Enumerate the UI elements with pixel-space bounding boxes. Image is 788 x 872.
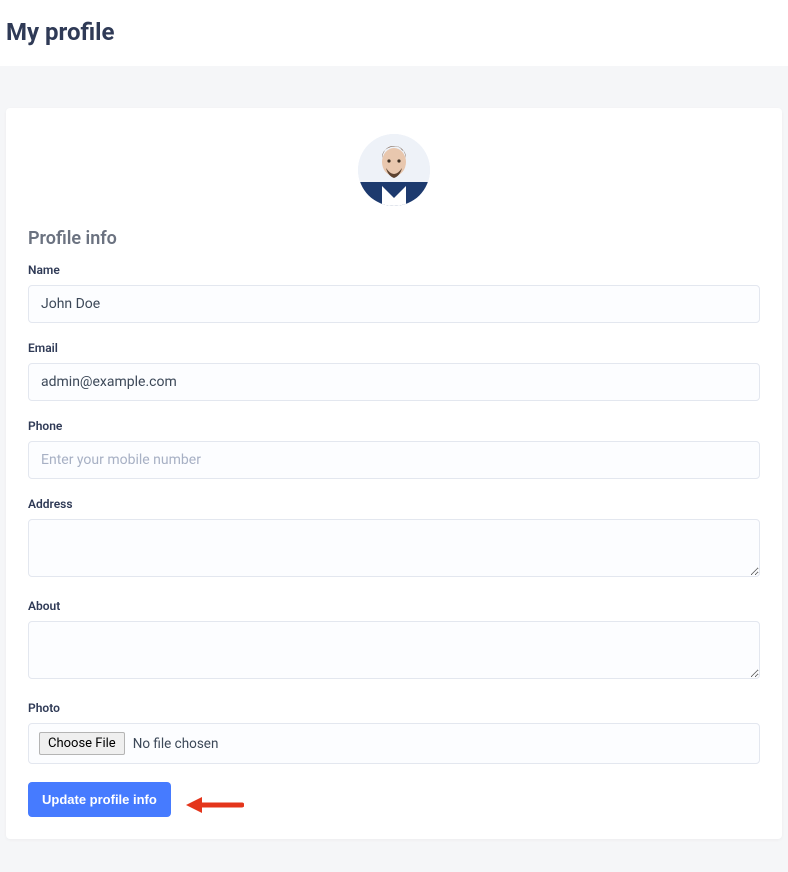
choose-file-button[interactable]: Choose File — [39, 732, 125, 755]
update-profile-button[interactable]: Update profile info — [28, 782, 171, 817]
header-spacer — [0, 66, 788, 108]
input-phone[interactable] — [28, 441, 760, 479]
file-status-text: No file chosen — [133, 736, 219, 752]
field-about: About — [28, 599, 760, 683]
field-email: Email — [28, 341, 760, 401]
page-title: My profile — [6, 18, 782, 46]
label-email: Email — [28, 341, 760, 355]
label-about: About — [28, 599, 760, 613]
field-address: Address — [28, 497, 760, 581]
field-phone: Phone — [28, 419, 760, 479]
section-title: Profile info — [28, 228, 760, 249]
field-name: Name — [28, 263, 760, 323]
avatar — [358, 134, 430, 206]
input-email[interactable] — [28, 363, 760, 401]
profile-card: Profile info Name Email Phone Address Ab… — [6, 108, 782, 839]
arrow-annotation-icon — [184, 793, 244, 817]
avatar-container — [28, 134, 760, 210]
avatar-image — [358, 134, 430, 206]
label-photo: Photo — [28, 701, 760, 715]
label-name: Name — [28, 263, 760, 277]
input-address[interactable] — [28, 519, 760, 577]
input-about[interactable] — [28, 621, 760, 679]
page-header: My profile — [0, 0, 788, 66]
input-name[interactable] — [28, 285, 760, 323]
label-phone: Phone — [28, 419, 760, 433]
file-input-row[interactable]: Choose File No file chosen — [28, 723, 760, 764]
label-address: Address — [28, 497, 760, 511]
field-photo: Photo Choose File No file chosen — [28, 701, 760, 764]
